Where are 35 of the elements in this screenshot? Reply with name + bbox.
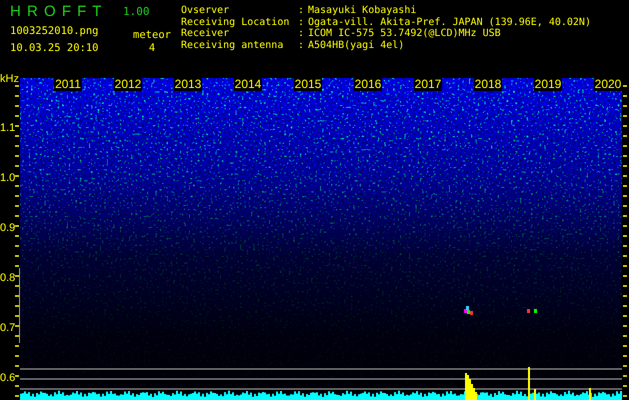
file-name: 1003252010.png [10,24,100,36]
y-axis-label: 0.6 [0,372,16,384]
x-axis-label: 2014 [234,78,262,91]
x-axis-label: 2013 [174,78,202,91]
info-label: Receiving antenna [181,40,284,51]
info-separator: : [298,40,306,51]
meteor-label: meteor [132,29,172,41]
info-separator: : [298,16,306,28]
x-axis-label: 2015 [294,78,322,91]
y-axis-label: 1.0 [0,172,16,184]
info-separator: : [298,28,306,40]
y-axis-label: 0.9 [0,222,16,234]
info-value: ICOM IC-575 53.7492(@LCD)MHz USB [308,28,502,40]
app-version: 1.00 [123,5,150,18]
info-value: Ogata-vill. Akita-Pref. JAPAN (139.96E, 40.02N) [308,16,591,28]
x-axis-label: 2012 [114,78,142,91]
info-label: Receiver [181,28,230,40]
x-axis-label: 2020 [594,78,622,91]
x-axis-label: 2018 [474,78,502,91]
info-label: Ovserver [181,5,230,16]
y-axis-label: 0.8 [0,272,16,284]
meteor-count: 4 [148,42,156,54]
y-axis-label: 0.7 [0,322,16,334]
info-value: Masayuki Kobayashi [308,5,418,16]
info-label: Receiving Location [181,16,290,28]
y-axis-label: 1.1 [0,122,16,134]
x-axis-label: 2017 [414,78,442,91]
info-value: A504HB(yagi 4el) [308,40,406,51]
x-axis-label: 2016 [354,78,382,91]
timestamp: 10.03.25 20:10 [10,42,100,54]
y-axis-unit: kHz [0,73,19,85]
x-axis-label: 2011 [54,78,82,91]
x-axis-label: 2019 [534,78,562,91]
app-title: H R O F F T [10,3,104,20]
info-separator: : [298,5,306,16]
